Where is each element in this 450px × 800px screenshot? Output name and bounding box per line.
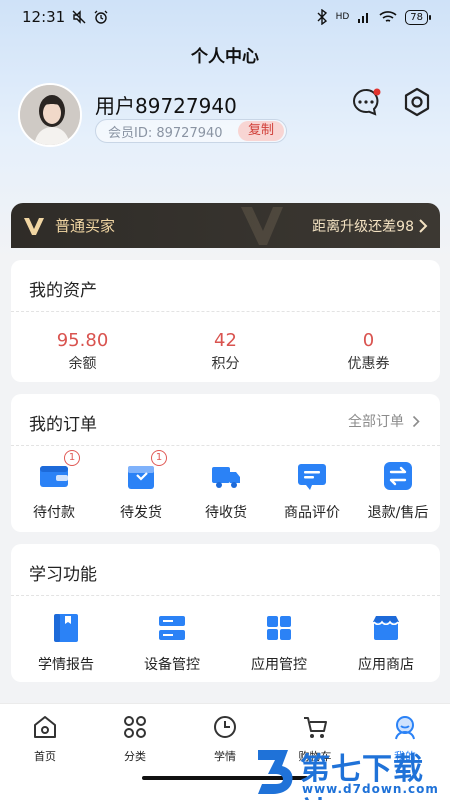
divider bbox=[11, 445, 440, 446]
copy-button[interactable]: 复制 bbox=[237, 121, 284, 141]
vip-upgrade-text: 距离升级还差98 bbox=[312, 218, 414, 235]
study-label: 设备管控 bbox=[144, 657, 200, 673]
vip-watermark-icon bbox=[241, 207, 283, 245]
home-icon bbox=[34, 716, 56, 738]
asset-value: 42 bbox=[214, 330, 237, 351]
vip-logo-icon bbox=[24, 217, 44, 235]
username: 用户89727940 bbox=[95, 94, 237, 118]
tab-category[interactable]: 分类 bbox=[90, 714, 180, 764]
status-time: 12:31 bbox=[22, 8, 66, 26]
order-pending-shipment[interactable]: 1 待发货 bbox=[112, 450, 170, 522]
study-card: 学习功能 学情报告 设备管控 应用管控 应用商店 bbox=[11, 544, 440, 682]
asset-coupons[interactable]: 0 优惠券 bbox=[297, 330, 440, 373]
grid-icon bbox=[267, 616, 291, 640]
divider bbox=[11, 595, 440, 596]
status-bar: 12:31 HD 78 bbox=[0, 0, 450, 34]
wifi-icon bbox=[379, 11, 397, 22]
cart-icon bbox=[304, 717, 327, 738]
message-icon bbox=[353, 88, 381, 116]
order-pending-receipt[interactable]: 待收货 bbox=[197, 460, 255, 522]
order-review[interactable]: 商品评价 bbox=[277, 460, 347, 522]
site-watermark: 第七下载站 www.d7down.com bbox=[256, 742, 450, 800]
member-id-pill: 会员ID: 89727940 复制 bbox=[95, 119, 287, 143]
asset-value: 95.80 bbox=[56, 330, 109, 351]
study-label: 应用商店 bbox=[358, 657, 414, 673]
chevron-right-icon bbox=[412, 415, 420, 427]
order-label: 商品评价 bbox=[284, 505, 340, 521]
study-report[interactable]: 学情报告 bbox=[30, 612, 102, 674]
battery-icon: 78 bbox=[405, 9, 431, 25]
order-label: 退款/售后 bbox=[367, 505, 429, 521]
orders-title: 我的订单 bbox=[29, 415, 97, 435]
clock-icon bbox=[214, 716, 236, 738]
signal-icon bbox=[358, 13, 369, 23]
orders-card: 我的订单 全部订单 1 待付款 1 待发货 待收货 商品评价 退款/售后 bbox=[11, 394, 440, 532]
package-icon bbox=[128, 466, 154, 489]
divider bbox=[11, 311, 440, 312]
vip-banner[interactable]: 普通买家 距离升级还差98 bbox=[11, 203, 440, 248]
store-icon bbox=[373, 616, 399, 640]
message-button[interactable] bbox=[350, 86, 382, 118]
device-control[interactable]: 设备管控 bbox=[136, 612, 208, 674]
vip-upgrade-link[interactable]: 距离升级还差98 bbox=[312, 216, 428, 236]
study-label: 应用管控 bbox=[251, 657, 307, 673]
watermark-logo-icon bbox=[258, 750, 293, 794]
asset-label: 余额 bbox=[68, 356, 97, 372]
chevron-right-icon bbox=[419, 218, 428, 233]
order-pending-payment[interactable]: 1 待付款 bbox=[25, 450, 83, 522]
watermark-url: www.d7down.com bbox=[302, 782, 439, 796]
asset-points[interactable]: 42 积分 bbox=[154, 330, 297, 373]
study-title: 学习功能 bbox=[29, 565, 97, 585]
comment-icon bbox=[298, 464, 326, 490]
assets-title: 我的资产 bbox=[29, 281, 97, 301]
category-icon bbox=[124, 716, 146, 738]
book-icon bbox=[54, 614, 78, 642]
app-control[interactable]: 应用管控 bbox=[243, 612, 315, 674]
order-badge: 1 bbox=[151, 450, 167, 466]
order-label: 待发货 bbox=[120, 505, 162, 521]
all-orders-label: 全部订单 bbox=[348, 414, 404, 430]
alarm-icon bbox=[94, 10, 108, 24]
order-refund[interactable]: 退款/售后 bbox=[360, 460, 436, 522]
page-title: 个人中心 bbox=[191, 47, 259, 67]
gear-icon bbox=[404, 87, 430, 117]
asset-label: 积分 bbox=[211, 356, 240, 372]
tab-home[interactable]: 首页 bbox=[0, 714, 90, 764]
avatar[interactable] bbox=[18, 83, 82, 147]
mute-icon bbox=[72, 10, 86, 24]
all-orders-link[interactable]: 全部订单 bbox=[348, 411, 420, 431]
app-store[interactable]: 应用商店 bbox=[350, 612, 422, 674]
tab-label: 分类 bbox=[124, 750, 146, 763]
server-icon bbox=[159, 616, 185, 640]
asset-value: 0 bbox=[362, 330, 375, 351]
wallet-icon bbox=[40, 466, 68, 487]
asset-label: 优惠券 bbox=[347, 356, 390, 372]
member-id-label: 会员ID: 89727940 bbox=[108, 125, 223, 141]
tab-label: 首页 bbox=[34, 750, 56, 763]
network-type-label: HD bbox=[335, 12, 350, 22]
study-label: 学情报告 bbox=[38, 657, 94, 673]
settings-button[interactable] bbox=[401, 86, 433, 118]
order-label: 待收货 bbox=[205, 505, 247, 521]
asset-balance[interactable]: 95.80 余额 bbox=[11, 330, 154, 373]
user-icon bbox=[395, 716, 415, 740]
exchange-icon bbox=[384, 462, 412, 490]
truck-icon bbox=[212, 467, 240, 488]
bluetooth-icon bbox=[317, 9, 327, 25]
order-badge: 1 bbox=[64, 450, 80, 466]
vip-level-label: 普通买家 bbox=[55, 217, 116, 235]
order-label: 待付款 bbox=[33, 505, 75, 521]
assets-card: 我的资产 95.80 余额 42 积分 0 优惠券 bbox=[11, 260, 440, 382]
